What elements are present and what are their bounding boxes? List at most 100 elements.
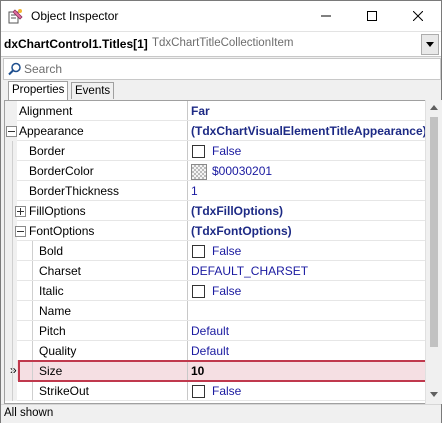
close-icon: [413, 11, 423, 21]
property-value[interactable]: Default: [191, 324, 229, 338]
object-selector-dropdown-button[interactable]: [421, 34, 439, 55]
tree-line: [32, 321, 33, 341]
property-value[interactable]: False: [212, 384, 241, 398]
status-text: All shown: [4, 407, 54, 419]
property-row-borderthickness[interactable]: BorderThickness 1: [5, 181, 426, 201]
inspector-tabs: Properties Events: [1, 81, 441, 100]
scrollbar-thumb[interactable]: [430, 117, 438, 347]
expand-icon[interactable]: [15, 206, 26, 217]
tree-line: [32, 241, 33, 261]
property-value[interactable]: 1: [191, 184, 198, 198]
property-row-italic[interactable]: Italic False: [5, 281, 426, 301]
column-separator[interactable]: [187, 121, 188, 141]
row-gutter: [5, 241, 17, 261]
property-row-filloptions[interactable]: FillOptions (TdxFillOptions): [5, 201, 426, 221]
scroll-down-icon[interactable]: [430, 392, 438, 397]
property-value[interactable]: False: [212, 144, 241, 158]
property-value[interactable]: False: [212, 244, 241, 258]
object-inspector-app-icon: [8, 9, 23, 24]
property-name: Charset: [39, 264, 82, 278]
property-name: Appearance: [19, 124, 84, 138]
column-separator[interactable]: [187, 241, 188, 261]
property-value[interactable]: Default: [191, 344, 229, 358]
minimize-icon: [321, 15, 331, 17]
tree-line: [12, 261, 13, 281]
color-swatch[interactable]: [191, 164, 207, 180]
property-row-fontoptions[interactable]: FontOptions (TdxFontOptions): [5, 221, 426, 241]
property-row-strikeout[interactable]: StrikeOut False: [5, 381, 426, 401]
property-row-border[interactable]: Border False: [5, 141, 426, 161]
column-separator[interactable]: [187, 161, 188, 181]
property-value[interactable]: (TdxFontOptions): [191, 224, 292, 238]
checkbox[interactable]: [192, 245, 205, 258]
selected-object-name: dxChartControl1.Titles[1]: [4, 37, 148, 51]
checkbox[interactable]: [192, 145, 205, 158]
tree-line: [12, 181, 13, 201]
property-name: Pitch: [39, 324, 66, 338]
property-value[interactable]: DEFAULT_CHARSET: [191, 264, 308, 278]
property-value[interactable]: $00030201: [212, 164, 272, 178]
column-separator[interactable]: [187, 321, 188, 341]
property-name: FontOptions: [29, 224, 95, 238]
column-separator[interactable]: [187, 141, 188, 161]
object-selector-combo[interactable]: dxChartControl1.Titles[1] TdxChartTitleC…: [1, 31, 441, 57]
object-inspector-window: Object Inspector dxChartControl1.Titles[…: [0, 0, 442, 423]
property-row-bold[interactable]: Bold False: [5, 241, 426, 261]
selected-row-highlight: [18, 360, 426, 382]
property-row-bordercolor[interactable]: BorderColor $00030201: [5, 161, 426, 181]
property-value[interactable]: Far: [191, 104, 210, 118]
property-name: Border: [29, 144, 66, 158]
property-row-pitch[interactable]: Pitch Default: [5, 321, 426, 341]
property-row-quality[interactable]: Quality Default: [5, 341, 426, 361]
column-separator[interactable]: [187, 281, 188, 301]
tree-line: [32, 341, 33, 361]
tree-line: [32, 261, 33, 281]
tree-line: [12, 301, 13, 321]
search-box[interactable]: Search: [3, 58, 441, 80]
column-separator[interactable]: [187, 341, 188, 361]
checkbox[interactable]: [192, 285, 205, 298]
tree-line: [12, 281, 13, 301]
property-value[interactable]: (TdxFillOptions): [191, 204, 283, 218]
title-bar: Object Inspector: [1, 1, 441, 31]
tree-line: [32, 301, 33, 321]
row-gutter: [5, 181, 17, 201]
current-row-indicator-icon: »: [10, 363, 17, 377]
column-separator[interactable]: [187, 221, 188, 241]
collapse-icon[interactable]: [6, 126, 17, 137]
row-gutter: [5, 101, 17, 121]
checkbox[interactable]: [192, 385, 205, 398]
property-row-appearance[interactable]: Appearance (TdxChartVisualElementTitleApp…: [5, 121, 426, 141]
column-separator[interactable]: [187, 201, 188, 221]
property-value[interactable]: False: [212, 284, 241, 298]
tab-properties[interactable]: Properties: [8, 81, 69, 100]
property-name: BorderThickness: [29, 184, 120, 198]
column-separator[interactable]: [187, 381, 188, 401]
maximize-button[interactable]: [349, 1, 395, 31]
collapse-icon[interactable]: [15, 226, 26, 237]
window-title: Object Inspector: [31, 9, 119, 23]
minimize-button[interactable]: [303, 1, 349, 31]
column-separator[interactable]: [187, 261, 188, 281]
column-separator[interactable]: [187, 181, 188, 201]
column-separator[interactable]: [187, 101, 188, 121]
property-name: Name: [39, 304, 72, 318]
vertical-scrollbar[interactable]: [425, 100, 442, 404]
property-name: Italic: [39, 284, 64, 298]
close-button[interactable]: [395, 1, 441, 31]
scroll-up-icon[interactable]: [430, 105, 438, 110]
column-separator[interactable]: [187, 301, 188, 321]
tree-line: [12, 221, 13, 241]
property-row-alignment[interactable]: Alignment Far: [5, 101, 426, 121]
search-placeholder: Search: [24, 62, 63, 76]
tree-line: [12, 321, 13, 341]
property-value[interactable]: (TdxChartVisualElementTitleAppearance): [191, 124, 426, 138]
tab-events[interactable]: Events: [71, 82, 115, 99]
status-bar: All shown: [1, 404, 441, 423]
property-row-name[interactable]: Name: [5, 301, 426, 321]
maximize-icon: [367, 11, 377, 21]
row-gutter: [5, 301, 17, 321]
row-gutter: [5, 161, 17, 181]
chevron-down-icon: [426, 42, 434, 47]
property-row-charset[interactable]: Charset DEFAULT_CHARSET: [5, 261, 426, 281]
